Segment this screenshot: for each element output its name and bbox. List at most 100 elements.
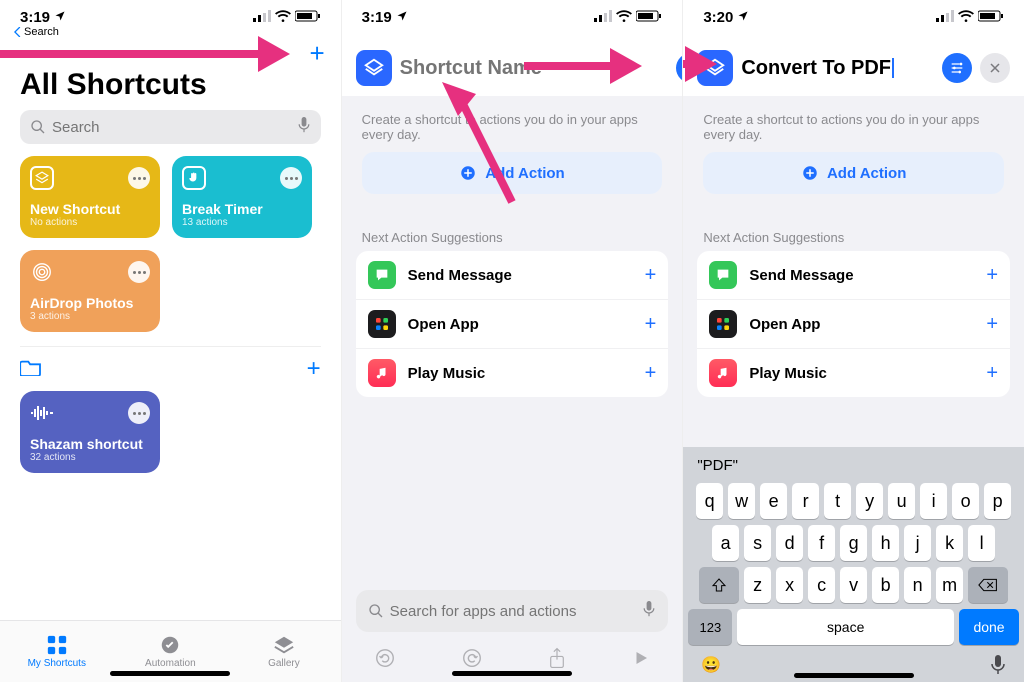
key-n[interactable]: n (904, 567, 931, 603)
key-l[interactable]: l (968, 525, 995, 561)
suggestion-open-app[interactable]: Open App + (697, 300, 1010, 349)
suggestion-send-message[interactable]: Send Message + (356, 251, 669, 300)
shortcut-name-input[interactable]: Convert To PDF (741, 57, 891, 80)
add-icon[interactable]: + (645, 362, 657, 385)
stack-icon (273, 634, 295, 656)
status-bar: 3:19 (0, 0, 341, 28)
dictate-icon[interactable] (297, 117, 311, 138)
home-indicator (110, 671, 230, 676)
add-icon[interactable]: + (986, 264, 998, 287)
more-icon[interactable] (128, 402, 150, 424)
add-icon[interactable]: + (645, 264, 657, 287)
wifi-icon (958, 9, 974, 26)
shift-key[interactable] (699, 567, 739, 603)
battery-icon (636, 9, 662, 26)
dictate-key[interactable] (990, 655, 1006, 680)
key-y[interactable]: y (856, 483, 883, 519)
add-action-button[interactable]: Add Action (703, 152, 1004, 194)
status-bar: 3:19 (342, 0, 683, 28)
tab-my-shortcuts[interactable]: My Shortcuts (0, 621, 114, 682)
key-d[interactable]: d (776, 525, 803, 561)
key-q[interactable]: q (696, 483, 723, 519)
emoji-key[interactable]: 😀 (701, 655, 721, 680)
wifi-icon (616, 9, 632, 26)
more-icon[interactable] (128, 261, 150, 283)
suggestion-open-app[interactable]: Open App + (356, 300, 669, 349)
key-r[interactable]: r (792, 483, 819, 519)
add-icon[interactable]: + (645, 313, 657, 336)
screen-editor-named: 3:20 Convert To PDF C (682, 0, 1024, 682)
folder-icon[interactable] (20, 358, 42, 381)
messages-icon (368, 261, 396, 289)
settings-button[interactable] (676, 53, 683, 83)
key-c[interactable]: c (808, 567, 835, 603)
keyboard-suggestion[interactable]: "PDF" (697, 457, 738, 474)
airdrop-icon (30, 260, 54, 284)
key-m[interactable]: m (936, 567, 963, 603)
waveform-icon (30, 401, 54, 425)
key-e[interactable]: e (760, 483, 787, 519)
key-u[interactable]: u (888, 483, 915, 519)
clock: 3:19 (362, 9, 392, 26)
dictate-icon[interactable] (642, 601, 656, 622)
done-key[interactable]: done (959, 609, 1019, 645)
suggestions-label: Next Action Suggestions (683, 194, 1024, 251)
key-k[interactable]: k (936, 525, 963, 561)
screen-all-shortcuts: 3:19 Search + All Shortcuts New Shortcut… (0, 0, 341, 682)
key-z[interactable]: z (744, 567, 771, 603)
actions-search-bar[interactable] (356, 590, 669, 632)
signal-icon (594, 9, 612, 26)
share-button[interactable] (547, 647, 567, 674)
key-o[interactable]: o (952, 483, 979, 519)
key-x[interactable]: x (776, 567, 803, 603)
wifi-icon (275, 9, 291, 26)
battery-icon (295, 9, 321, 26)
key-i[interactable]: i (920, 483, 947, 519)
key-a[interactable]: a (712, 525, 739, 561)
shortcut-app-icon[interactable] (356, 50, 392, 86)
key-b[interactable]: b (872, 567, 899, 603)
add-to-folder-button[interactable]: + (307, 355, 321, 383)
backspace-key[interactable] (968, 567, 1008, 603)
close-button[interactable] (980, 53, 1010, 83)
add-icon[interactable]: + (986, 313, 998, 336)
music-icon (709, 359, 737, 387)
suggestion-send-message[interactable]: Send Message + (697, 251, 1010, 300)
key-h[interactable]: h (872, 525, 899, 561)
space-key[interactable]: space (737, 609, 954, 645)
key-p[interactable]: p (984, 483, 1011, 519)
more-icon[interactable] (128, 167, 150, 189)
shortcut-tile-break-timer[interactable]: Break Timer13 actions (172, 156, 312, 238)
shortcut-tile-new-shortcut[interactable]: New ShortcutNo actions (20, 156, 160, 238)
key-s[interactable]: s (744, 525, 771, 561)
grid-icon (46, 634, 68, 656)
battery-icon (978, 9, 1004, 26)
tab-gallery[interactable]: Gallery (227, 621, 341, 682)
key-w[interactable]: w (728, 483, 755, 519)
suggestion-play-music[interactable]: Play Music + (356, 349, 669, 397)
signal-icon (936, 9, 954, 26)
undo-button[interactable] (374, 647, 396, 674)
add-icon[interactable]: + (986, 362, 998, 385)
run-button[interactable] (632, 649, 650, 672)
redo-button[interactable] (461, 647, 483, 674)
search-bar[interactable] (20, 110, 321, 144)
shortcut-tile-shazam[interactable]: Shazam shortcut32 actions (20, 391, 160, 473)
numbers-key[interactable]: 123 (688, 609, 732, 645)
add-shortcut-button[interactable]: + (309, 38, 324, 69)
more-icon[interactable] (280, 167, 302, 189)
search-input[interactable] (46, 119, 297, 136)
suggestion-play-music[interactable]: Play Music + (697, 349, 1010, 397)
actions-search-input[interactable] (384, 603, 643, 620)
settings-button[interactable] (942, 53, 972, 83)
key-j[interactable]: j (904, 525, 931, 561)
key-g[interactable]: g (840, 525, 867, 561)
key-f[interactable]: f (808, 525, 835, 561)
key-t[interactable]: t (824, 483, 851, 519)
text-cursor (892, 58, 894, 78)
status-bar: 3:20 (683, 0, 1024, 28)
hand-icon (182, 166, 206, 190)
shortcut-tile-airdrop-photos[interactable]: AirDrop Photos3 actions (20, 250, 160, 332)
clock-check-icon (159, 634, 181, 656)
key-v[interactable]: v (840, 567, 867, 603)
